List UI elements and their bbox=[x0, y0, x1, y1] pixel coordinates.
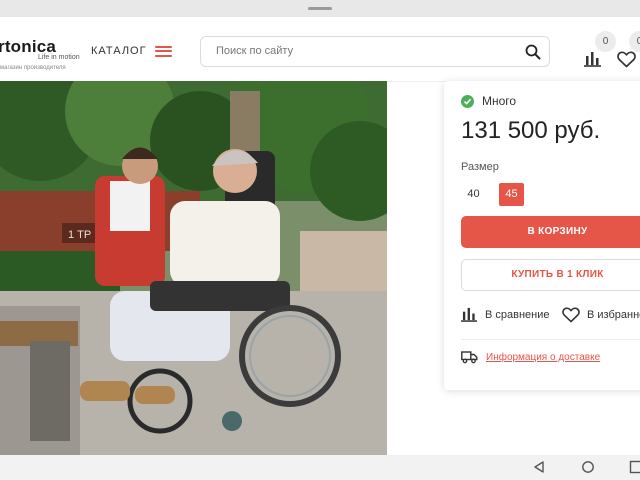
add-to-cart-button[interactable]: В КОРЗИНУ bbox=[461, 216, 640, 248]
catalog-menu-button[interactable]: КАТАЛОГ bbox=[91, 45, 172, 57]
search-input[interactable] bbox=[214, 44, 508, 58]
compare-count-badge: 0 bbox=[595, 31, 616, 52]
search-icon[interactable] bbox=[525, 44, 541, 65]
android-navigation-bar bbox=[0, 455, 640, 480]
logo-tagline: магазин производителя bbox=[0, 65, 66, 71]
web-page: rtonica Life in motion магазин производи… bbox=[0, 17, 640, 455]
drag-handle[interactable] bbox=[308, 7, 332, 10]
add-to-compare-link[interactable]: В сравнение bbox=[461, 307, 550, 322]
availability: Много bbox=[461, 94, 516, 108]
delivery-link-text: Информация о доставке bbox=[486, 351, 601, 363]
size-option-45-selected[interactable]: 45 bbox=[499, 183, 524, 206]
back-icon[interactable] bbox=[532, 460, 546, 479]
logo-slogan: Life in motion bbox=[38, 54, 80, 61]
search-box[interactable] bbox=[200, 36, 550, 67]
favorites-count-badge: 0 bbox=[629, 31, 640, 52]
checkmark-icon bbox=[461, 94, 474, 108]
buy-one-click-button[interactable]: КУПИТЬ В 1 КЛИК bbox=[461, 259, 640, 291]
heart-icon[interactable] bbox=[617, 51, 636, 73]
compare-chart-icon[interactable] bbox=[584, 51, 602, 72]
product-photo[interactable]: 1 ТР bbox=[0, 81, 387, 455]
compare-chart-icon bbox=[461, 307, 477, 322]
size-option-40[interactable]: 40 bbox=[461, 183, 486, 206]
add-to-favorites-link[interactable]: В избранное bbox=[562, 307, 640, 323]
site-header: rtonica Life in motion магазин производи… bbox=[0, 17, 640, 82]
background-sign-text: 1 ТР bbox=[68, 229, 91, 241]
home-icon[interactable] bbox=[581, 460, 595, 479]
delivery-truck-icon bbox=[461, 351, 478, 364]
divider bbox=[461, 339, 640, 340]
catalog-label: КАТАЛОГ bbox=[91, 45, 147, 57]
product-price: 131 500 руб. bbox=[461, 117, 601, 144]
recent-apps-icon[interactable] bbox=[629, 460, 640, 479]
status-bar bbox=[0, 0, 640, 17]
size-label: Размер bbox=[461, 161, 499, 173]
heart-icon bbox=[562, 307, 580, 323]
compare-label: В сравнение bbox=[485, 308, 550, 321]
delivery-info-link[interactable]: Информация о доставке bbox=[461, 350, 600, 364]
availability-text: Много bbox=[482, 94, 517, 108]
hamburger-icon bbox=[154, 45, 172, 57]
product-buy-panel: Много 131 500 руб. Размер 40 45 В КОРЗИН… bbox=[444, 81, 640, 390]
favorites-label: В избранное bbox=[587, 309, 640, 321]
